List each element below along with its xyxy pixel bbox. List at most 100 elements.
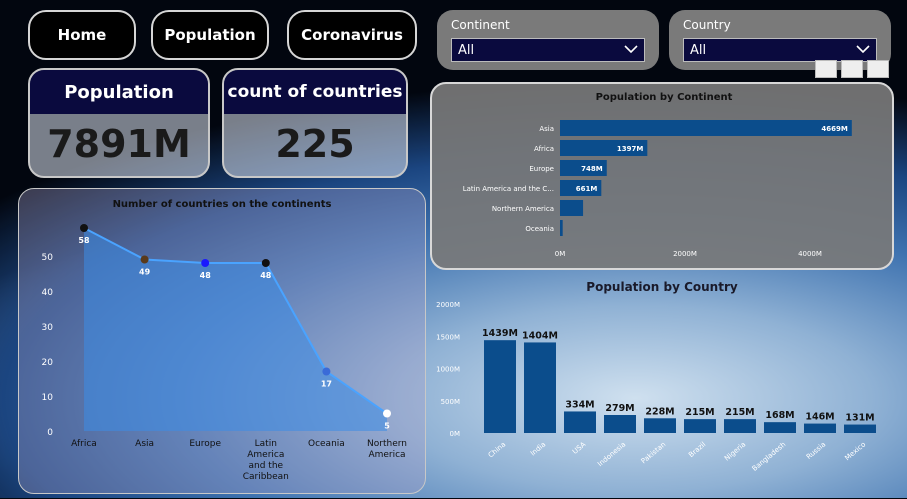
countries-by-continent-chart: Number of countries on the continents 0 10… [42,199,407,482]
population-by-country-panel: Population by Country 0M 500M 1000M 1500M 200… [430,275,898,485]
series-area [84,228,387,431]
data-label: 215M [685,407,714,418]
data-label: 131M [845,413,874,424]
data-label: 1439M [482,328,518,339]
x-tick-label: Europe [189,439,221,449]
chevron-down-icon [856,43,870,58]
y-tick-label: 1000M [436,366,460,374]
x-tick-label: India [529,440,547,457]
x-tick-label: USA [571,440,587,456]
x-tick-label: China [487,440,507,459]
x-tick-label: Mexico [843,440,867,462]
countries-card-title: count of countries [224,70,406,114]
chart-title: Number of countries on the continents [113,199,332,210]
bar [644,418,676,433]
data-label: 168M [765,410,794,421]
y-tick-label: 1500M [436,333,460,341]
x-tick-label: 0M [555,250,566,258]
y-tick-label: 2000M [436,301,460,309]
x-tick-label: Indonesia [596,440,627,468]
y-tick-label: Latin America and the C... [463,185,554,193]
bar [484,340,516,433]
population-by-country-chart: Population by Country 0M 500M 1000M 1500M 200… [436,280,876,473]
home-button[interactable]: Home [28,10,136,60]
data-label: 49 [139,268,151,277]
population-card-title: Population [30,70,208,114]
focus-mode-icon[interactable] [841,60,863,78]
bar [684,419,716,433]
more-options-icon[interactable] [867,60,889,78]
data-label: 5 [384,422,390,431]
x-tick-label: Africa [71,439,97,449]
bar [804,423,836,433]
x-tick-label: Brazil [687,440,707,459]
y-tick-label: 20 [42,358,54,368]
x-tick-label: Northern America [367,439,407,460]
y-tick-label: 500M [441,398,460,406]
data-label: 48 [260,271,272,280]
countries-card-value: 225 [275,122,355,166]
data-label: 334M [565,399,594,410]
continent-filter-label: Continent [451,18,510,32]
data-point [80,224,88,232]
bar [604,415,636,433]
data-label: 661M [576,185,598,193]
y-tick-label: 30 [42,323,54,333]
data-label: 1404M [522,330,558,341]
country-dropdown[interactable]: All [683,38,877,62]
data-label: 279M [605,403,634,414]
visual-toolbar [815,60,889,78]
x-tick-label: Russia [805,440,827,461]
x-tick-label: Latin America and the Caribbean [243,439,289,482]
y-tick-label: 40 [42,288,54,298]
x-tick-label: 4000M [798,250,822,258]
continent-dropdown-value: All [458,42,475,58]
population-by-continent-panel: Population by Continent Asia 4669M Africa 13… [430,82,894,270]
data-label: 215M [725,407,754,418]
x-tick-label: Pakistan [640,440,668,465]
bar [724,419,756,433]
data-label: 146M [805,412,834,423]
x-tick-label: Bangladesh [751,440,788,473]
data-label: 228M [645,406,674,417]
y-tick-label: Europe [529,165,554,173]
data-label: 748M [581,165,603,173]
data-point [322,367,331,376]
bar [564,411,596,433]
y-tick-label: 50 [42,253,54,263]
y-tick-label: Africa [534,145,554,153]
population-card: Population 7891M [28,68,210,178]
population-by-continent-chart: Population by Continent Asia 4669M Africa 13… [463,92,852,258]
continent-dropdown[interactable]: All [451,38,645,62]
continent-filter: Continent All [437,10,659,70]
population-card-value: 7891M [47,122,191,166]
population-button[interactable]: Population [151,10,269,60]
x-tick-label: 2000M [673,250,697,258]
chart-title: Population by Country [586,280,738,294]
bar [560,120,852,136]
y-tick-label: Oceania [525,225,554,233]
x-tick-label: Nigeria [723,440,747,462]
y-tick-label: Asia [539,125,554,133]
y-tick-label: 0 [47,428,53,438]
data-label: 4669M [821,125,847,133]
bar [560,220,563,236]
countries-by-continent-panel: Number of countries on the continents 0 10… [18,188,426,494]
x-tick-label: Asia [135,439,154,449]
bar [524,342,556,433]
bar [560,200,584,216]
country-dropdown-value: All [690,42,707,58]
data-point [261,259,270,267]
data-label: 58 [78,236,90,245]
filter-icon[interactable] [815,60,837,78]
coronavirus-button[interactable]: Coronavirus [287,10,417,60]
country-filter-label: Country [683,18,731,32]
data-label: 17 [321,380,332,389]
chart-title: Population by Continent [596,92,733,103]
countries-card: count of countries 225 [222,68,408,178]
y-tick-label: Northern America [492,205,554,213]
data-point [383,409,391,418]
data-point [140,255,149,264]
data-point [201,259,210,267]
y-tick-label: 10 [42,393,54,403]
